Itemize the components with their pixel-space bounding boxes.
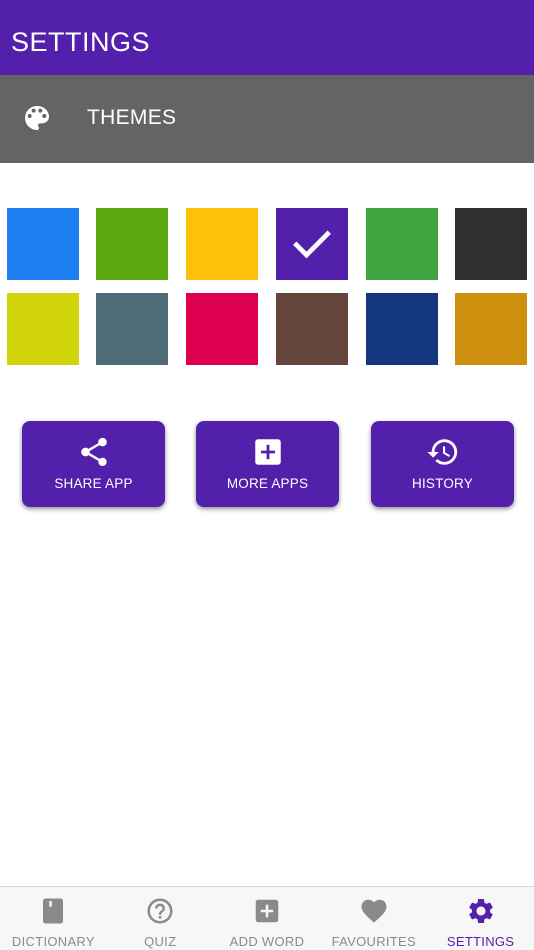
app-header: SETTINGS: [0, 0, 534, 75]
tab-add-word-label: ADD WORD: [229, 934, 305, 949]
tab-favourites-label: FAVOURITES: [331, 934, 416, 949]
more-apps-button[interactable]: MORE APPS: [196, 421, 339, 507]
theme-swatch-3[interactable]: [276, 208, 348, 280]
theme-swatch-2[interactable]: [186, 208, 258, 280]
tab-quiz-label: QUIZ: [144, 934, 177, 949]
gear-icon: [468, 899, 493, 923]
theme-swatch-5[interactable]: [455, 208, 527, 280]
tab-dictionary[interactable]: DICTIONARY: [0, 887, 107, 950]
question-circle-icon: [147, 898, 173, 924]
tab-quiz[interactable]: QUIZ: [107, 887, 214, 950]
more-apps-label: MORE APPS: [226, 476, 309, 491]
theme-swatch-4[interactable]: [366, 208, 438, 280]
history-button[interactable]: HISTORY: [371, 421, 514, 507]
theme-swatch-9[interactable]: [276, 293, 348, 365]
palette-icon: [25, 106, 49, 130]
theme-swatch-8[interactable]: [186, 293, 258, 365]
themes-label: THEMES: [87, 106, 177, 129]
theme-swatch-10[interactable]: [366, 293, 438, 365]
share-app-button[interactable]: SHARE APP: [22, 421, 165, 507]
book-icon: [43, 898, 64, 924]
history-icon: [426, 439, 457, 465]
heart-icon: [361, 899, 387, 923]
plus-box-icon: [254, 439, 281, 465]
tab-favourites[interactable]: FAVOURITES: [320, 887, 427, 950]
history-label: HISTORY: [412, 476, 473, 491]
share-app-label: SHARE APP: [54, 476, 133, 491]
tab-dictionary-label: DICTIONARY: [11, 934, 95, 949]
checkmark-icon: [293, 230, 331, 259]
tab-settings[interactable]: SETTINGS: [427, 887, 534, 950]
theme-swatch-1[interactable]: [96, 208, 168, 280]
tab-add-word[interactable]: ADD WORD: [214, 887, 321, 950]
share-icon: [80, 437, 107, 467]
themes-row[interactable]: THEMES: [0, 75, 534, 163]
tab-settings-label: SETTINGS: [446, 934, 515, 949]
theme-swatch-0[interactable]: [7, 208, 79, 280]
theme-swatch-6[interactable]: [7, 293, 79, 365]
plus-box-icon: [255, 899, 279, 923]
theme-swatch-7[interactable]: [96, 293, 168, 365]
theme-swatch-11[interactable]: [455, 293, 527, 365]
page-title: SETTINGS: [11, 27, 151, 57]
bottom-tab-bar: DICTIONARY QUIZ ADD WORD FAVOURITES SETT…: [0, 886, 534, 950]
